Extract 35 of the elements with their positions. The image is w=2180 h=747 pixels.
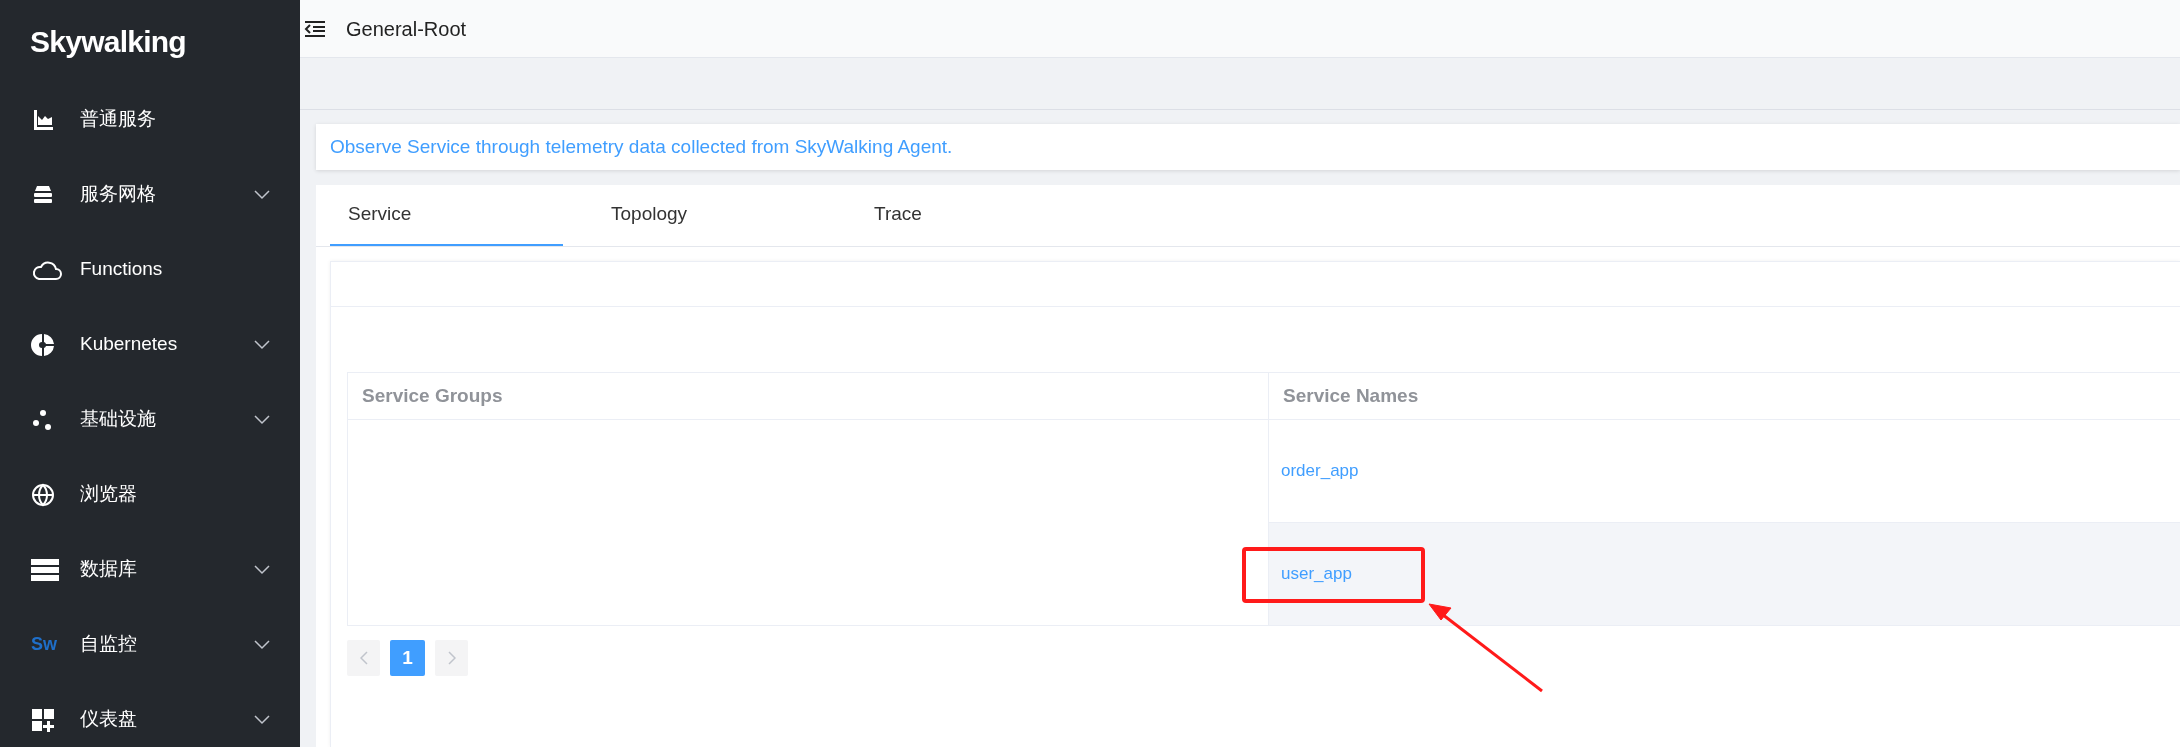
sidebar-label: Functions: [80, 257, 164, 282]
sidebar-item[interactable]: 浏览器: [0, 457, 300, 532]
pie-chart-icon: [31, 332, 55, 357]
sidebar-label: 数据库: [80, 557, 138, 582]
column-header: Service Names: [1268, 372, 2180, 420]
sidebar-label: 基础设施: [80, 407, 157, 432]
logo: Skywalking: [30, 23, 186, 60]
description-text: Observe Service through telemetry data collected from SkyWalking Agent.: [330, 134, 953, 159]
tab[interactable]: Topology: [593, 185, 826, 246]
sidebar-item[interactable]: 基础设施: [0, 382, 300, 457]
collapse-menu-icon[interactable]: [304, 19, 326, 38]
sidebar-label: 自监控: [80, 632, 138, 657]
sidebar-label: 普通服务: [80, 107, 157, 132]
sidebar-item[interactable]: Sw 自监控: [0, 607, 300, 682]
area-chart-icon: [31, 107, 55, 132]
sidebar-label: Kubernetes: [80, 332, 179, 357]
globe-icon: [31, 482, 55, 507]
chevron-right-icon: [447, 651, 456, 665]
tab[interactable]: Trace: [856, 185, 1089, 246]
sidebar-item[interactable]: 服务网格: [0, 157, 300, 232]
logo-icon: Sw: [31, 631, 57, 658]
server-icon: [31, 557, 59, 582]
sidebar-item[interactable]: 普通服务: [0, 82, 300, 157]
column-header: Service Groups: [347, 372, 1269, 420]
sidebar-label: 仪表盘: [80, 707, 138, 732]
sidebar-label: 浏览器: [80, 482, 138, 507]
tab[interactable]: Service: [330, 185, 563, 246]
page-title: General-Root: [346, 16, 467, 42]
grid-plus-icon: [31, 707, 55, 732]
sidebar-item[interactable]: Functions: [0, 232, 300, 307]
sidebar-label: 服务网格: [80, 182, 157, 207]
sidebar-item[interactable]: 数据库: [0, 532, 300, 607]
sidebar-item[interactable]: Kubernetes: [0, 307, 300, 382]
chevron-left-icon: [359, 651, 368, 665]
sidebar-item[interactable]: 仪表盘: [0, 682, 300, 747]
